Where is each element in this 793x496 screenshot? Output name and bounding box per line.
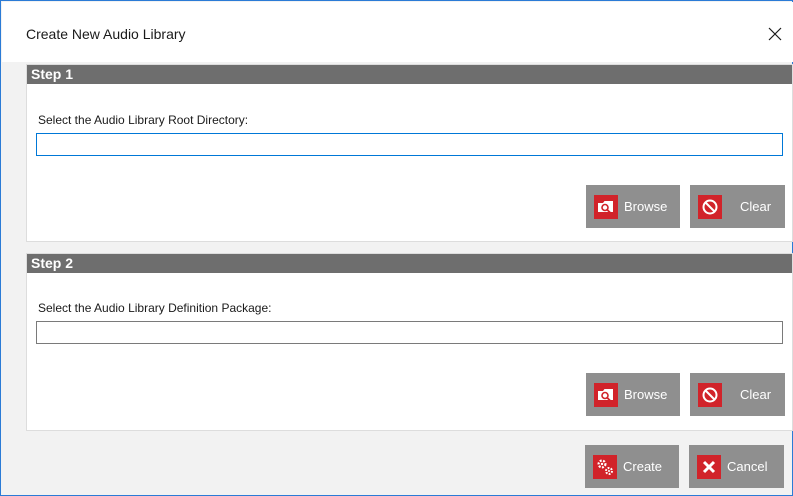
cancel-label: Cancel [727,459,768,474]
browse-icon [594,194,618,219]
dialog-title: Create New Audio Library [26,26,186,42]
gears-icon [593,454,617,479]
step1-header: Step 1 [27,65,792,84]
step1-clear-label: Clear [740,199,772,214]
clear-icon [698,194,722,219]
step2-clear-label: Clear [740,387,772,402]
create-label: Create [623,459,663,474]
step1-panel: Step 1 Select the Audio Library Root Dir… [26,64,793,242]
step2-panel: Step 2 Select the Audio Library Definiti… [26,253,793,431]
step1-clear-button[interactable]: Clear [690,185,785,228]
root-directory-label: Select the Audio Library Root Directory: [38,113,249,127]
definition-package-input[interactable] [36,321,783,344]
step2-clear-button[interactable]: Clear [690,373,785,416]
title-bar: Create New Audio Library [2,2,793,62]
step2-browse-button[interactable]: Browse [586,373,680,416]
dialog-window: Create New Audio Library Step 1 Select t… [0,0,793,496]
browse-icon [594,382,618,407]
close-icon [768,27,782,41]
cancel-x-icon [697,454,721,479]
create-button[interactable]: Create [585,445,679,488]
close-button[interactable] [757,14,793,54]
root-directory-input[interactable] [36,133,783,156]
clear-icon [698,382,722,407]
cancel-button[interactable]: Cancel [689,445,784,488]
step1-browse-label: Browse [624,199,668,214]
step1-browse-button[interactable]: Browse [586,185,680,228]
step2-browse-label: Browse [624,387,668,402]
definition-package-label: Select the Audio Library Definition Pack… [38,301,272,315]
step2-header: Step 2 [27,254,792,273]
